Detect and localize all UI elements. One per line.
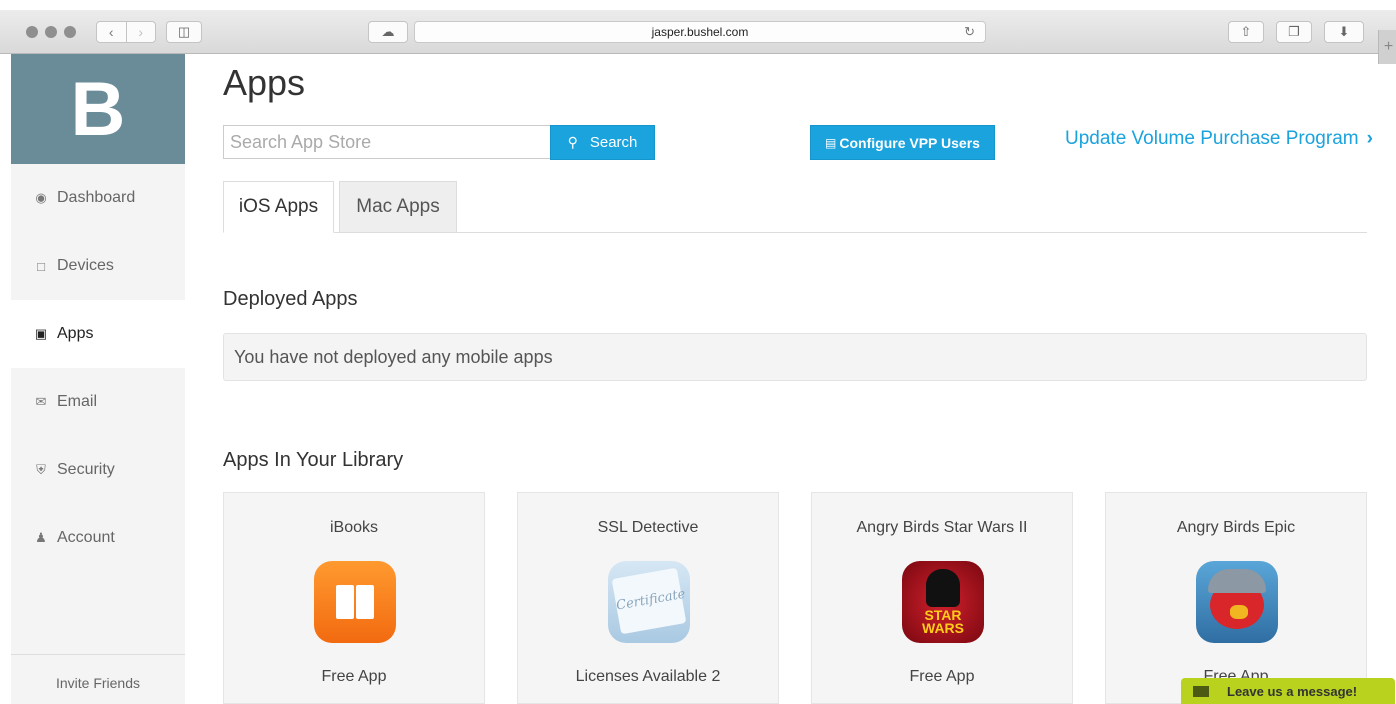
- invite-friends-link[interactable]: Invite Friends: [11, 654, 185, 704]
- sidebar-item-label: Devices: [57, 257, 114, 274]
- app-card-ibooks[interactable]: iBooks Free App: [223, 492, 485, 704]
- app-card-ssl-detective[interactable]: SSL Detective Certificate Licenses Avail…: [517, 492, 779, 704]
- sidebar-item-dashboard[interactable]: ◉ Dashboard: [11, 164, 185, 232]
- sidebar-item-apps[interactable]: ▣ Apps: [11, 300, 185, 368]
- puzzle-icon: ▣: [34, 326, 48, 341]
- leave-message-widget[interactable]: Leave us a message!: [1181, 678, 1395, 704]
- sidebar-item-label: Dashboard: [57, 189, 136, 206]
- forward-icon[interactable]: ›: [125, 22, 156, 42]
- library-heading: Apps In Your Library: [223, 449, 404, 471]
- share-icon[interactable]: ⇧: [1228, 21, 1264, 43]
- search-button[interactable]: ⚲ Search: [550, 125, 655, 160]
- address-bar[interactable]: jasper.bushel.com ↻: [414, 21, 986, 43]
- search-button-label: Search: [589, 134, 638, 151]
- deployed-apps-empty-message: You have not deployed any mobile apps: [223, 333, 1367, 381]
- search-input[interactable]: Search App Store: [223, 125, 550, 159]
- star-wars-logo-text: STAR WARS: [922, 607, 964, 636]
- leave-message-label: Leave us a message!: [1227, 683, 1358, 699]
- app-card-angry-birds-epic[interactable]: Angry Birds Epic Free App: [1105, 492, 1367, 704]
- configure-vpp-users-button[interactable]: ▤ Configure VPP Users: [810, 125, 995, 160]
- app-name: Angry Birds Star Wars II: [856, 519, 1028, 536]
- sidebar-item-devices[interactable]: □ Devices: [11, 232, 185, 300]
- angry-birds-star-wars-app-icon: STAR WARS: [902, 561, 984, 643]
- app-status: Licenses Available 2: [575, 668, 721, 685]
- download-icon[interactable]: ⬇: [1324, 21, 1364, 43]
- sidebar-item-label: Security: [57, 461, 115, 478]
- sidebar-item-email[interactable]: ✉ Email: [11, 368, 185, 436]
- deployed-apps-heading: Deployed Apps: [223, 288, 358, 310]
- device-icon: □: [37, 258, 45, 274]
- sidebar-item-security[interactable]: ⛨ Security: [11, 436, 185, 504]
- page-title: Apps: [223, 62, 306, 103]
- sidebar-icon[interactable]: ◫: [166, 21, 202, 43]
- ibooks-app-icon: [314, 561, 396, 643]
- user-icon: ♟: [35, 530, 47, 545]
- window-controls[interactable]: [26, 26, 76, 38]
- list-icon: ▤: [825, 135, 837, 150]
- tab-ios-apps[interactable]: iOS Apps: [223, 181, 334, 233]
- certificate-paper: Certificate: [611, 567, 687, 635]
- tabs-icon[interactable]: ❐: [1276, 21, 1312, 43]
- sidebar: B ◉ Dashboard □ Devices ▣ Apps ✉ Email ⛨…: [11, 54, 185, 704]
- cloud-icon[interactable]: ☁: [368, 21, 408, 43]
- envelope-icon: ✉: [35, 394, 47, 409]
- platform-tabs: iOS Apps Mac Apps: [223, 181, 1367, 233]
- back-icon[interactable]: ‹: [97, 22, 126, 42]
- history-nav: ‹ ›: [96, 21, 156, 43]
- app-name: Angry Birds Epic: [1176, 519, 1296, 536]
- url-text: jasper.bushel.com: [651, 25, 749, 39]
- app-name: SSL Detective: [597, 519, 699, 536]
- sidebar-item-account[interactable]: ♟ Account: [11, 504, 185, 572]
- browser-toolbar: ‹ › ◫ ☁ jasper.bushel.com ↻ ⇧ ❐ ⬇ +: [0, 0, 1396, 64]
- angry-birds-epic-app-icon: [1196, 561, 1278, 643]
- sidebar-item-label: Account: [57, 529, 115, 546]
- dashboard-icon: ◉: [35, 190, 47, 205]
- app-status: Free App: [909, 668, 975, 685]
- envelope-icon: [1193, 685, 1209, 697]
- app-name: iBooks: [329, 519, 379, 536]
- app-card-angry-birds-star-wars[interactable]: Angry Birds Star Wars II STAR WARS Free …: [811, 492, 1073, 704]
- logo[interactable]: B: [11, 54, 185, 164]
- ssl-detective-app-icon: Certificate: [608, 561, 690, 643]
- vpp-button-label: Configure VPP Users: [839, 134, 980, 151]
- new-tab-icon[interactable]: +: [1378, 30, 1396, 64]
- reload-icon[interactable]: ↻: [964, 22, 975, 42]
- shield-icon: ⛨: [36, 462, 46, 477]
- sidebar-item-label: Email: [57, 393, 98, 410]
- update-vpp-link[interactable]: Update Volume Purchase Program ›: [1065, 128, 1373, 150]
- chevron-right-icon: ›: [1366, 128, 1373, 149]
- search-icon: ⚲: [567, 134, 578, 150]
- vpp-link-label: Update Volume Purchase Program: [1065, 128, 1359, 149]
- app-status: Free App: [321, 668, 387, 685]
- sidebar-item-label: Apps: [57, 325, 94, 342]
- tab-mac-apps[interactable]: Mac Apps: [339, 181, 457, 233]
